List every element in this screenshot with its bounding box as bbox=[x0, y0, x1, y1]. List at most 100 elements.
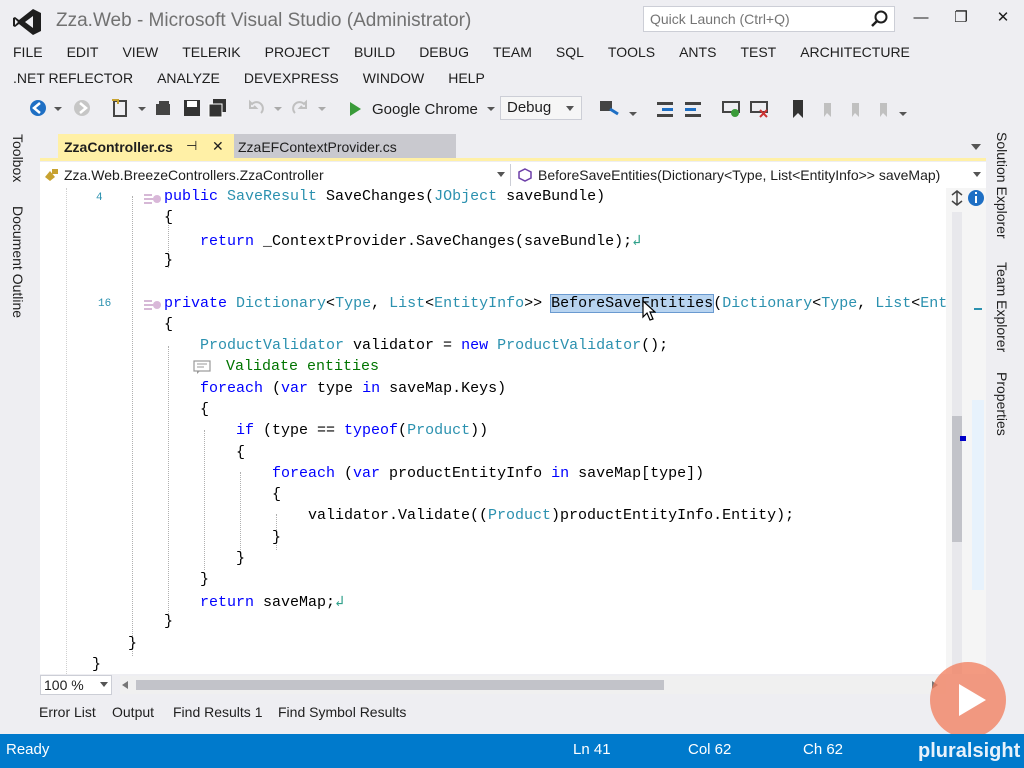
start-debugging-button[interactable]: Google Chrome bbox=[346, 97, 496, 121]
undo-icon[interactable] bbox=[246, 98, 266, 118]
menu-devexpress[interactable]: DEVEXPRESS bbox=[231, 70, 350, 86]
tab-find-results-1[interactable]: Find Results 1 bbox=[173, 704, 262, 720]
toolbox-panel-tab[interactable]: Toolbox bbox=[10, 134, 26, 182]
code-line: foreach (var productEntityInfo in saveMa… bbox=[272, 465, 705, 482]
clear-bookmarks-icon[interactable] bbox=[872, 98, 894, 120]
right-dock-panels: Solution Explorer Team Explorer Properti… bbox=[986, 126, 1024, 734]
member-dropdown[interactable]: BeforeSaveEntities(Dictionary<Type, List… bbox=[516, 163, 984, 186]
reference-count[interactable]: 4 bbox=[96, 192, 103, 204]
navigate-forward-icon[interactable] bbox=[72, 98, 92, 118]
menu-view[interactable]: VIEW bbox=[109, 44, 169, 60]
undo-dropdown-icon[interactable] bbox=[272, 98, 284, 118]
zoom-level-select[interactable]: 100 % bbox=[40, 675, 112, 695]
code-line: } bbox=[272, 529, 282, 546]
previous-bookmark-icon[interactable] bbox=[816, 98, 838, 120]
redo-dropdown-icon[interactable] bbox=[316, 98, 328, 118]
solution-configuration-select[interactable]: Debug bbox=[500, 96, 582, 120]
menu-debug[interactable]: DEBUG bbox=[406, 44, 480, 60]
column-number: Col 62 bbox=[688, 741, 732, 758]
new-dropdown-icon[interactable] bbox=[136, 98, 148, 118]
next-bookmark-icon[interactable] bbox=[844, 98, 866, 120]
window-title: Zza.Web - Microsoft Visual Studio (Admin… bbox=[56, 10, 472, 31]
toolbar-overflow-icon-2[interactable] bbox=[898, 100, 908, 120]
code-line: } bbox=[128, 635, 138, 652]
tab-output[interactable]: Output bbox=[112, 704, 154, 720]
video-play-icon[interactable] bbox=[928, 660, 1008, 740]
save-all-icon[interactable] bbox=[208, 98, 228, 118]
code-line: } bbox=[92, 656, 102, 673]
comment-lines-icon[interactable] bbox=[720, 98, 742, 120]
quick-launch-box[interactable] bbox=[643, 6, 895, 32]
method-icon bbox=[518, 167, 532, 182]
navigate-back-icon[interactable] bbox=[28, 98, 48, 118]
menu-project[interactable]: PROJECT bbox=[252, 44, 341, 60]
quick-launch-input[interactable] bbox=[644, 7, 876, 31]
minimize-button[interactable]: — bbox=[910, 8, 932, 28]
code-map-viewport[interactable] bbox=[972, 400, 984, 590]
class-dropdown[interactable]: Zza.Web.BreezeControllers.ZzaController bbox=[42, 163, 508, 186]
run-target-dropdown-icon[interactable] bbox=[486, 104, 496, 114]
back-dropdown-icon[interactable] bbox=[52, 98, 64, 118]
menu-window[interactable]: WINDOW bbox=[350, 70, 435, 86]
menu-tools[interactable]: TOOLS bbox=[595, 44, 666, 60]
codelens-icon[interactable] bbox=[142, 191, 162, 205]
menu-build[interactable]: BUILD bbox=[341, 44, 406, 60]
menu-help[interactable]: HELP bbox=[435, 70, 496, 86]
solution-explorer-panel-tab[interactable]: Solution Explorer bbox=[994, 132, 1010, 239]
scroll-thumb[interactable] bbox=[952, 416, 962, 542]
tab-zzacontroller[interactable]: ZzaController.cs ⊣ ✕ bbox=[58, 134, 234, 160]
character-number: Ch 62 bbox=[803, 741, 844, 758]
bookmark-icon[interactable] bbox=[788, 98, 808, 120]
tab-find-symbol-results[interactable]: Find Symbol Results bbox=[278, 704, 406, 720]
outdent-icon[interactable] bbox=[654, 98, 676, 120]
split-editor-icon[interactable] bbox=[949, 190, 965, 206]
uncomment-lines-icon[interactable] bbox=[748, 98, 770, 120]
codelens-icon[interactable] bbox=[142, 297, 162, 311]
class-path-label: Zza.Web.BreezeControllers.ZzaController bbox=[64, 166, 324, 183]
code-line: { bbox=[164, 316, 174, 333]
team-explorer-panel-tab[interactable]: Team Explorer bbox=[994, 262, 1010, 352]
search-icon[interactable] bbox=[870, 9, 890, 29]
menu-net-reflector[interactable]: .NET REFLECTOR bbox=[0, 70, 144, 86]
region-label[interactable]: Validate entities bbox=[226, 358, 379, 375]
code-editor[interactable]: 4 public SaveResult SaveChanges(JObject … bbox=[40, 188, 946, 674]
code-line: return saveMap;↲ bbox=[200, 594, 345, 611]
indent-icon[interactable] bbox=[682, 98, 704, 120]
open-file-icon[interactable] bbox=[154, 98, 174, 118]
menu-architecture[interactable]: ARCHITECTURE bbox=[787, 44, 921, 60]
tab-error-list[interactable]: Error List bbox=[39, 704, 96, 720]
menu-telerik[interactable]: TELERIK bbox=[169, 44, 251, 60]
attach-process-icon[interactable] bbox=[598, 98, 622, 120]
toolbar-overflow-icon[interactable] bbox=[628, 100, 638, 120]
redo-icon[interactable] bbox=[290, 98, 310, 118]
menu-edit[interactable]: EDIT bbox=[54, 44, 110, 60]
save-icon[interactable] bbox=[182, 98, 202, 118]
menu-team[interactable]: TEAM bbox=[480, 44, 543, 60]
pin-tab-icon[interactable]: ⊣ bbox=[186, 138, 197, 154]
menu-file[interactable]: FILE bbox=[0, 44, 54, 60]
scroll-left-icon[interactable] bbox=[120, 680, 130, 690]
menu-sql[interactable]: SQL bbox=[543, 44, 595, 60]
close-window-button[interactable]: ✕ bbox=[992, 8, 1014, 28]
tab-list-dropdown-icon[interactable] bbox=[970, 142, 982, 152]
menu-ants[interactable]: ANTS bbox=[666, 44, 727, 60]
region-comment-icon[interactable] bbox=[192, 359, 214, 375]
document-outline-panel-tab[interactable]: Document Outline bbox=[10, 206, 26, 318]
menu-analyze[interactable]: ANALYZE bbox=[144, 70, 231, 86]
new-project-icon[interactable] bbox=[110, 98, 130, 118]
menu-bar-row-2: .NET REFLECTOR ANALYZE DEVEXPRESS WINDOW… bbox=[0, 66, 496, 90]
title-bar: Zza.Web - Microsoft Visual Studio (Admin… bbox=[0, 0, 1024, 42]
horizontal-scroll-thumb[interactable] bbox=[136, 680, 664, 690]
code-line: if (type == typeof(Product)) bbox=[236, 422, 489, 439]
properties-panel-tab[interactable]: Properties bbox=[994, 372, 1010, 436]
vertical-scrollbar[interactable] bbox=[946, 188, 986, 674]
info-icon[interactable] bbox=[967, 189, 985, 207]
menu-test[interactable]: TEST bbox=[727, 44, 787, 60]
visual-studio-logo-icon bbox=[13, 9, 41, 35]
restore-button[interactable]: ❐ bbox=[950, 8, 972, 28]
tab-zzaefcontextprovider[interactable]: ZzaEFContextProvider.cs bbox=[234, 134, 456, 160]
member-label: BeforeSaveEntities(Dictionary<Type, List… bbox=[538, 166, 941, 183]
close-tab-icon[interactable]: ✕ bbox=[212, 138, 224, 155]
code-line: } bbox=[200, 571, 210, 588]
reference-count[interactable]: 16 bbox=[98, 298, 111, 310]
